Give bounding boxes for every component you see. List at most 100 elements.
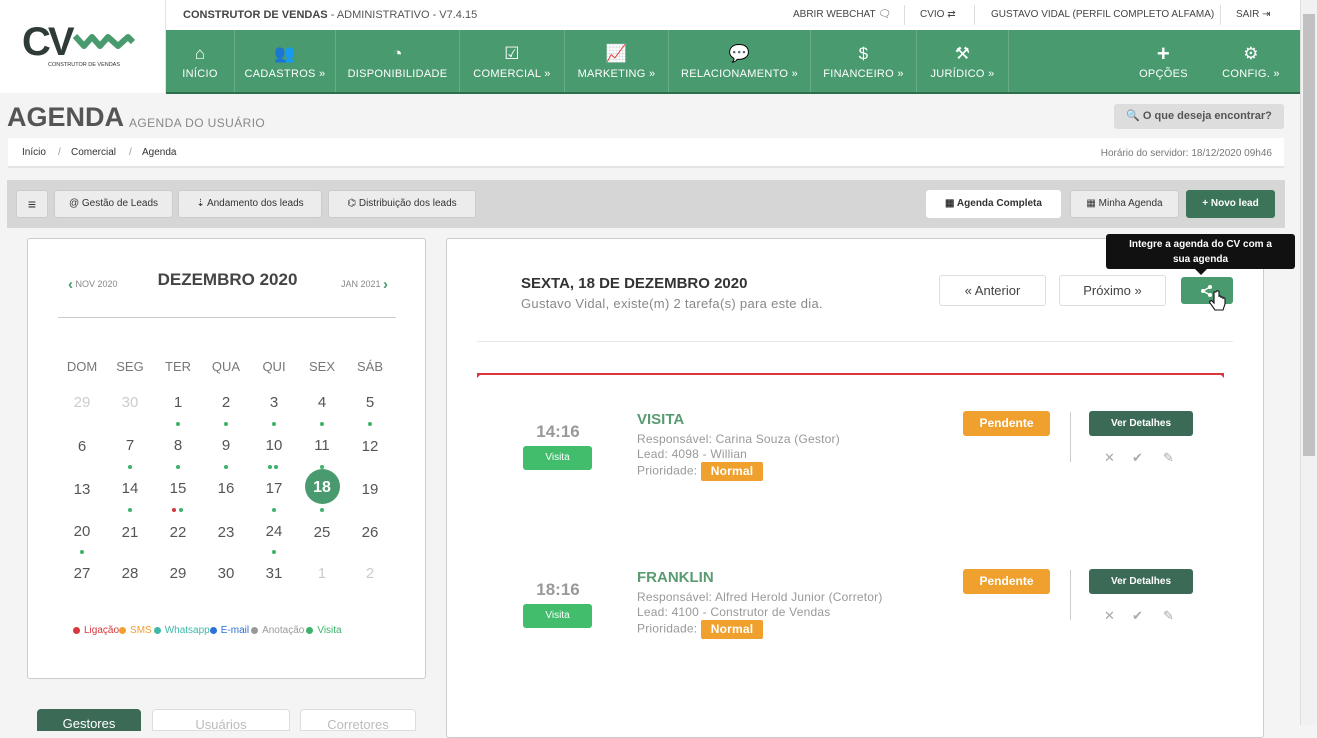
calendar-day[interactable]: 20 [58, 523, 106, 540]
task-title[interactable]: FRANKLIN [637, 569, 714, 586]
calendar-day[interactable]: 27 [58, 565, 106, 582]
close-icon[interactable]: ✕ [1104, 450, 1115, 466]
check-icon[interactable]: ✔ [1132, 608, 1143, 624]
nav-comercial[interactable]: ☑ COMERCIAL » [460, 30, 565, 92]
priority-badge: Normal [700, 462, 764, 481]
calendar-day[interactable]: 28 [106, 565, 154, 582]
calendar-day-selected[interactable]: 18 [298, 479, 346, 497]
user-link[interactable]: GUSTAVO VIDAL (PERFIL COMPLETO ALFAMA) [991, 9, 1214, 20]
next-month-button[interactable]: JAN 2021 › [341, 274, 388, 293]
leads-management-button[interactable]: @ Gestão de Leads [54, 190, 173, 218]
next-day-button[interactable]: Próximo » [1059, 275, 1166, 306]
logo[interactable]: CV CONSTRUTOR DE VENDAS [0, 0, 166, 93]
nav-cadastros[interactable]: 👥 CADASTROS » [235, 30, 336, 92]
calendar-day[interactable]: 31 [250, 565, 298, 582]
calendar-day[interactable]: 2 [202, 394, 250, 411]
pencil-icon[interactable]: ✎ [1163, 608, 1174, 624]
calendar-day[interactable]: 24 [250, 523, 298, 540]
legend-item: Visita [304, 625, 342, 636]
calendar-day[interactable]: 12 [346, 438, 394, 455]
tab-gestores[interactable]: Gestores [37, 709, 141, 731]
scrollbar[interactable] [1300, 0, 1317, 725]
hand-cursor-icon [1208, 290, 1226, 320]
view-details-button[interactable]: Ver Detalhes [1089, 569, 1193, 594]
calendar-day[interactable]: 6 [58, 438, 106, 455]
leads-distribution-button[interactable]: ⌬ Distribuição dos leads [328, 190, 476, 218]
calendar-day[interactable]: 9 [202, 437, 250, 454]
cvio-link[interactable]: CVIO ⇄ [920, 9, 956, 20]
calendar-day[interactable]: 4 [298, 394, 346, 411]
scrollbar-thumb[interactable] [1303, 14, 1315, 456]
legend-swatch [73, 627, 80, 634]
calendar-day[interactable]: 15 [154, 480, 202, 497]
legend-item: Anotação [249, 625, 304, 636]
nav-config[interactable]: ⚙ CONFIG. » [1206, 30, 1296, 92]
new-lead-button[interactable]: + Novo lead [1186, 190, 1275, 218]
calendar-day[interactable]: 2 [346, 565, 394, 582]
leads-progress-button[interactable]: ⇣ Andamento dos leads [178, 190, 322, 218]
calendar-day[interactable]: 5 [346, 394, 394, 411]
calendar-day[interactable]: 10 [250, 437, 298, 454]
weekday-label: SEG [116, 359, 144, 374]
pencil-icon[interactable]: ✎ [1163, 450, 1174, 466]
close-icon[interactable]: ✕ [1104, 608, 1115, 624]
calendar-day[interactable]: 11 [298, 437, 346, 454]
calendar-day[interactable]: 7 [106, 437, 154, 454]
calendar-day[interactable]: 19 [346, 481, 394, 498]
calendar-day[interactable]: 1 [298, 565, 346, 582]
calendar-day[interactable]: 16 [202, 480, 250, 497]
calendar-day[interactable]: 8 [154, 437, 202, 454]
calendar-day[interactable]: 3 [250, 394, 298, 411]
nav-disponibilidade[interactable]: ◔ DISPONIBILIDADE [336, 30, 460, 92]
event-dot [176, 422, 180, 426]
prev-day-button[interactable]: « Anterior [939, 275, 1046, 306]
view-details-button[interactable]: Ver Detalhes [1089, 411, 1193, 436]
full-agenda-button[interactable]: ▦ Agenda Completa [926, 190, 1061, 218]
calendar-day[interactable]: 25 [298, 524, 346, 541]
nav-inicio[interactable]: ⌂ INÍCIO [166, 30, 235, 92]
calendar-day[interactable]: 14 [106, 480, 154, 497]
search-label: O que deseja encontrar? [1142, 110, 1272, 122]
calendar-day[interactable]: 22 [154, 524, 202, 541]
nav-financeiro[interactable]: $ FINANCEIRO » [811, 30, 917, 92]
checkbox-icon: ☑ [504, 43, 520, 63]
calendar-day[interactable]: 1 [154, 394, 202, 411]
breadcrumb-inicio[interactable]: Início [22, 147, 46, 158]
event-dot [128, 508, 132, 512]
event-dot [320, 465, 324, 469]
nav-juridico[interactable]: ⚒ JURÍDICO » [917, 30, 1009, 92]
task-responsible: Responsável: Alfred Herold Junior (Corre… [637, 590, 883, 604]
logout-label: SAIR [1236, 9, 1260, 20]
event-dot-call [172, 508, 176, 512]
calendar-day[interactable]: 21 [106, 524, 154, 541]
logout-link[interactable]: SAIR ⇥ [1236, 9, 1271, 20]
event-dot [272, 550, 276, 554]
calendar-day[interactable]: 17 [250, 480, 298, 497]
task-title[interactable]: VISITA [637, 411, 684, 428]
calendar-day[interactable]: 29 [154, 565, 202, 582]
tab-corretores[interactable]: Corretores [300, 709, 416, 731]
calendar-day[interactable]: 30 [106, 394, 154, 411]
app-version: CONSTRUTOR DE VENDAS - ADMINISTRATIVO - … [183, 9, 477, 21]
nav-relacionamento[interactable]: 💬 RELACIONAMENTO » [669, 30, 811, 92]
event-dot [176, 465, 180, 469]
calendar-day[interactable]: 13 [58, 481, 106, 498]
calendar-day[interactable]: 30 [202, 565, 250, 582]
menu-toggle-button[interactable]: ≡ [16, 190, 48, 218]
legend-label: Whatsapp [164, 625, 210, 636]
check-icon[interactable]: ✔ [1132, 450, 1143, 466]
nav-opcoes[interactable]: + OPÇÕES [1121, 30, 1206, 92]
nav-marketing[interactable]: 📈 MARKETING » [565, 30, 669, 92]
tab-usuarios[interactable]: Usuários [152, 709, 290, 731]
search-button[interactable]: 🔍 O que deseja encontrar? [1114, 104, 1284, 129]
calendar-day[interactable]: 29 [58, 394, 106, 411]
webchat-link[interactable]: ABRIR WEBCHAT 🗨 [793, 9, 891, 20]
task-type-badge: Visita [523, 446, 592, 470]
calendar-day[interactable]: 26 [346, 524, 394, 541]
chat-icon: 🗨 [878, 9, 891, 20]
event-dot [224, 465, 228, 469]
weekday-label: SEX [308, 359, 335, 374]
my-agenda-button[interactable]: ▦ Minha Agenda [1070, 190, 1179, 218]
breadcrumb-comercial[interactable]: Comercial [71, 147, 116, 158]
calendar-day[interactable]: 23 [202, 524, 250, 541]
